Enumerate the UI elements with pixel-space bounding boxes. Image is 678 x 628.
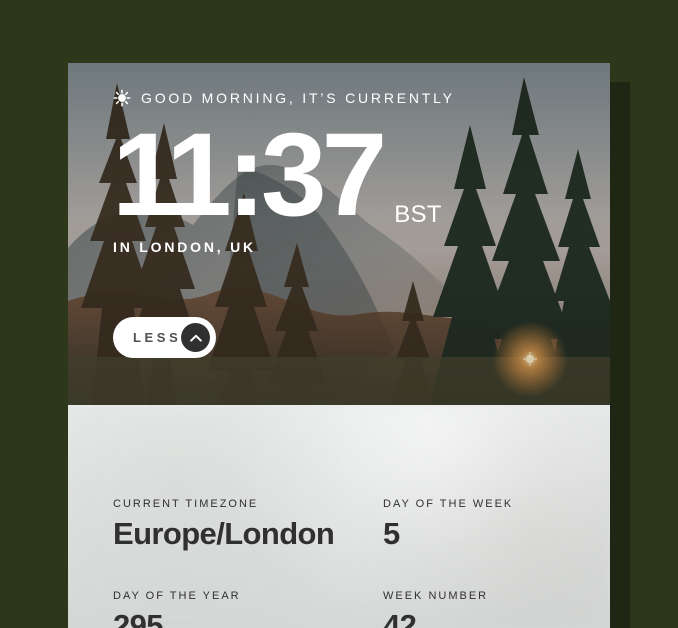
time-row: 11:37 BST (112, 109, 442, 241)
details-panel: CURRENT TIMEZONE Europe/London DAY OF TH… (68, 405, 610, 628)
chevron-button-icon-wrapper (181, 323, 210, 352)
location-text: IN LONDON, UK (113, 239, 256, 255)
current-timezone-detail: CURRENT TIMEZONE Europe/London (113, 497, 335, 551)
day-of-week-value: 5 (383, 516, 400, 551)
sun-icon (113, 89, 131, 107)
greeting-text: GOOD MORNING, IT’S CURRENTLY (141, 90, 455, 106)
week-number-detail: WEEK NUMBER 42 (383, 589, 488, 628)
chevron-up-icon (189, 334, 202, 342)
clock-app-scene: GOOD MORNING, IT’S CURRENTLY 11:37 BST I… (0, 0, 678, 628)
day-of-year-detail: DAY OF THE YEAR 295 (113, 589, 241, 628)
day-of-week-detail: DAY OF THE WEEK 5 (383, 497, 513, 551)
current-timezone-value: Europe/London (113, 516, 335, 551)
timezone-abbreviation: BST (394, 201, 442, 228)
current-time: 11:37 (112, 109, 387, 241)
day-of-year-label: DAY OF THE YEAR (113, 590, 241, 602)
less-button[interactable]: LESS (113, 317, 216, 358)
week-number-label: WEEK NUMBER (383, 590, 489, 602)
current-timezone-label: CURRENT TIMEZONE (113, 498, 259, 510)
clock-card: GOOD MORNING, IT’S CURRENTLY 11:37 BST I… (68, 63, 610, 628)
day-of-year-value: 295 (113, 608, 164, 628)
week-number-value: 42 (383, 608, 417, 628)
less-button-label: LESS (133, 329, 182, 345)
day-of-week-label: DAY OF THE WEEK (383, 498, 514, 510)
greeting-row: GOOD MORNING, IT’S CURRENTLY (113, 88, 455, 108)
hero-panel: GOOD MORNING, IT’S CURRENTLY 11:37 BST I… (68, 63, 610, 405)
